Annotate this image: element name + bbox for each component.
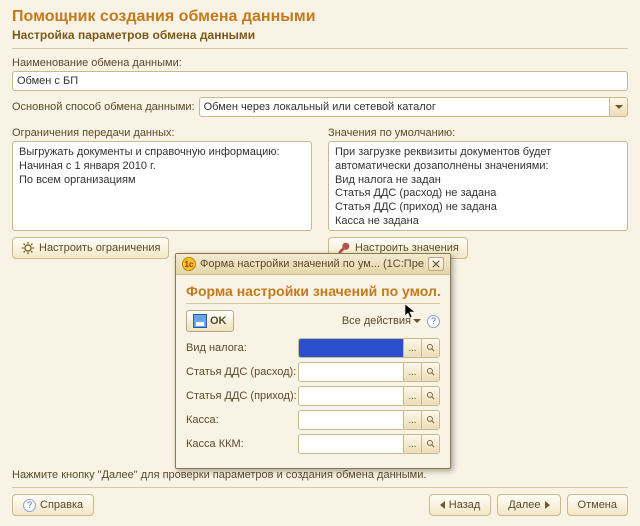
help-button[interactable]: ? Справка	[12, 494, 94, 516]
tax-label: Вид налога:	[186, 342, 294, 354]
dds-out-value	[299, 363, 403, 381]
kassa-field[interactable]: ...	[298, 410, 440, 430]
next-button[interactable]: Далее	[497, 494, 560, 516]
dds-in-ellipsis-button[interactable]: ...	[403, 387, 421, 405]
separator	[12, 48, 628, 49]
dds-in-search-button[interactable]	[421, 387, 439, 405]
kassa-search-button[interactable]	[421, 411, 439, 429]
save-icon	[193, 314, 207, 328]
modal-close-button[interactable]	[428, 257, 444, 271]
gear-icon	[21, 241, 35, 255]
kkm-search-button[interactable]	[421, 435, 439, 453]
restrictions-textarea[interactable]: Выгружать документы и справочную информа…	[12, 141, 312, 231]
dds-out-label: Статья ДДС (расход):	[186, 366, 294, 378]
method-label: Основной способ обмена данными:	[12, 101, 195, 113]
dds-out-field[interactable]: ...	[298, 362, 440, 382]
back-label: Назад	[449, 499, 481, 511]
chevron-down-icon	[615, 105, 623, 109]
restrictions-label: Ограничения передачи данных:	[12, 127, 312, 139]
modal-titlebar-text: Форма настройки значений по ум... (1С:Пр…	[200, 258, 424, 270]
wizard-subtitle: Настройка параметров обмена данными	[12, 28, 628, 42]
tax-field[interactable]: ...	[298, 338, 440, 358]
next-label: Далее	[508, 499, 540, 511]
kkm-label: Касса ККМ:	[186, 438, 294, 450]
dds-in-label: Статья ДДС (приход):	[186, 390, 294, 402]
tax-ellipsis-button[interactable]: ...	[403, 339, 421, 357]
oneC-icon: 1c	[182, 257, 196, 271]
method-dropdown[interactable]: Обмен через локальный или сетевой катало…	[199, 97, 628, 117]
search-icon	[426, 391, 436, 401]
tax-search-button[interactable]	[421, 339, 439, 357]
arrow-right-icon	[545, 501, 550, 509]
chevron-down-icon	[413, 319, 421, 323]
kassa-label: Касса:	[186, 414, 294, 426]
wizard-footer: ? Справка Назад Далее Отмена	[12, 487, 628, 516]
help-label: Справка	[40, 499, 83, 511]
search-icon	[426, 415, 436, 425]
exchange-name-input[interactable]	[12, 71, 628, 91]
modal-help-button[interactable]: ?	[427, 315, 440, 328]
kassa-value	[299, 411, 403, 429]
defaults-label: Значения по умолчанию:	[328, 127, 628, 139]
modal-heading: Форма настройки значений по умол...	[186, 283, 440, 299]
cancel-button[interactable]: Отмена	[567, 494, 628, 516]
dds-in-value	[299, 387, 403, 405]
all-actions-label: Все действия	[342, 315, 411, 327]
kkm-field[interactable]: ...	[298, 434, 440, 454]
all-actions-menu[interactable]: Все действия	[342, 315, 421, 327]
method-dropdown-button[interactable]	[609, 98, 627, 116]
arrow-left-icon	[440, 501, 445, 509]
dds-in-field[interactable]: ...	[298, 386, 440, 406]
kkm-ellipsis-button[interactable]: ...	[403, 435, 421, 453]
modal-titlebar[interactable]: 1c Форма настройки значений по ум... (1С…	[176, 254, 450, 275]
dds-out-ellipsis-button[interactable]: ...	[403, 363, 421, 381]
back-button[interactable]: Назад	[429, 494, 492, 516]
search-icon	[426, 439, 436, 449]
configure-restrictions-button[interactable]: Настроить ограничения	[12, 237, 169, 259]
tax-value	[299, 339, 403, 357]
dds-out-search-button[interactable]	[421, 363, 439, 381]
kassa-ellipsis-button[interactable]: ...	[403, 411, 421, 429]
search-icon	[426, 343, 436, 353]
wizard-hint: Нажмите кнопку "Далее" для проверки пара…	[12, 469, 628, 481]
modal-separator	[186, 303, 440, 304]
cancel-label: Отмена	[578, 499, 617, 511]
kkm-value	[299, 435, 403, 453]
modal-ok-button[interactable]: OK	[186, 310, 234, 332]
search-icon	[426, 367, 436, 377]
wizard-title: Помощник создания обмена данными	[12, 8, 628, 26]
defaults-modal: 1c Форма настройки значений по ум... (1С…	[175, 253, 451, 469]
exchange-name-label: Наименование обмена данными:	[12, 57, 628, 69]
modal-ok-label: OK	[210, 315, 227, 327]
help-icon: ?	[23, 499, 36, 512]
method-value: Обмен через локальный или сетевой катало…	[200, 99, 609, 115]
configure-restrictions-label: Настроить ограничения	[39, 242, 160, 254]
close-icon	[432, 260, 440, 268]
defaults-textarea[interactable]: При загрузке реквизиты документов будет …	[328, 141, 628, 231]
